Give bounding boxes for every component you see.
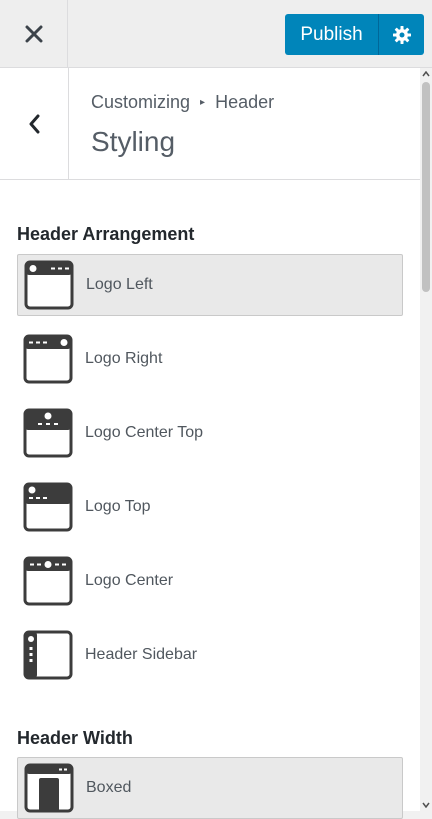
controls-panel: Header Arrangement Logo Left Logo Right …: [0, 180, 420, 819]
option-label: Logo Right: [85, 350, 163, 367]
option-logo-left[interactable]: Logo Left: [17, 254, 403, 316]
layout-boxed-icon: [24, 763, 74, 813]
breadcrumb-current: Header: [215, 92, 275, 112]
layout-header-sidebar-icon: [23, 630, 73, 680]
layout-logo-top-icon: [23, 482, 73, 532]
publish-settings-button[interactable]: [379, 14, 424, 55]
scrollbar[interactable]: [420, 68, 432, 811]
scrollbar-thumb[interactable]: [422, 82, 430, 292]
option-label: Boxed: [86, 779, 132, 796]
chevron-left-icon: [29, 114, 40, 133]
section-header: Customizing ▸ Header Styling: [0, 68, 420, 180]
publish-button[interactable]: Publish: [285, 14, 379, 55]
gear-icon: [392, 25, 411, 44]
publish-group: Publish: [285, 14, 424, 55]
header-width-title: Header Width: [17, 728, 133, 748]
option-label: Logo Center: [85, 572, 174, 589]
option-logo-right[interactable]: Logo Right: [17, 328, 403, 390]
option-label: Logo Center Top: [85, 424, 204, 441]
option-logo-center[interactable]: Logo Center: [17, 550, 403, 612]
close-button[interactable]: [0, 0, 68, 68]
breadcrumb-parent: Customizing: [91, 92, 191, 112]
option-logo-center-top[interactable]: Logo Center Top: [17, 402, 403, 464]
customizer-topbar: Publish: [0, 0, 432, 68]
section-title: Styling: [91, 126, 176, 157]
option-boxed[interactable]: Boxed: [17, 757, 403, 819]
header-arrangement-title: Header Arrangement: [17, 224, 195, 244]
breadcrumb-separator-icon: ▸: [200, 97, 206, 108]
option-label: Logo Top: [85, 498, 151, 515]
layout-logo-center-icon: [23, 556, 73, 606]
option-header-sidebar[interactable]: Header Sidebar: [17, 624, 403, 686]
layout-logo-right-icon: [23, 334, 73, 384]
option-label: Header Sidebar: [85, 646, 198, 663]
layout-logo-center-top-icon: [23, 408, 73, 458]
option-logo-top[interactable]: Logo Top: [17, 476, 403, 538]
layout-logo-left-icon: [24, 260, 74, 310]
close-icon: [25, 25, 42, 43]
scroll-up-icon[interactable]: [420, 68, 432, 80]
breadcrumb: Customizing ▸ Header: [91, 92, 274, 113]
scroll-down-icon[interactable]: [420, 799, 432, 811]
back-button[interactable]: [0, 68, 69, 179]
option-label: Logo Left: [86, 276, 153, 293]
